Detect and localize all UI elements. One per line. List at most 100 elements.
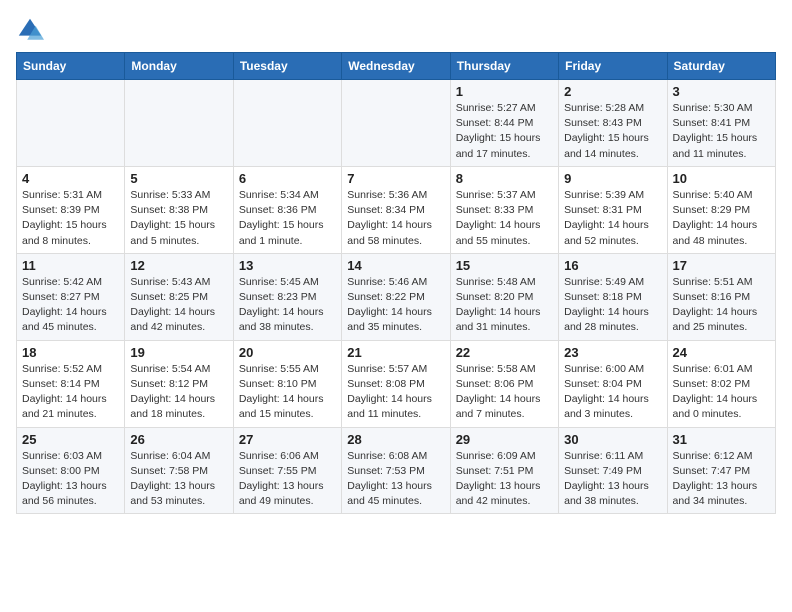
calendar-cell: 11 Sunrise: 5:42 AM Sunset: 8:27 PM Dayli… <box>17 253 125 340</box>
day-info: Sunrise: 6:12 AM Sunset: 7:47 PM Dayligh… <box>673 449 770 510</box>
calendar-cell: 31 Sunrise: 6:12 AM Sunset: 7:47 PM Dayli… <box>667 427 775 514</box>
day-number: 25 <box>22 432 119 447</box>
weekday-header-row: SundayMondayTuesdayWednesdayThursdayFrid… <box>17 53 776 80</box>
day-info: Sunrise: 5:54 AM Sunset: 8:12 PM Dayligh… <box>130 362 227 423</box>
weekday-header-wednesday: Wednesday <box>342 53 450 80</box>
calendar-cell: 27 Sunrise: 6:06 AM Sunset: 7:55 PM Dayli… <box>233 427 341 514</box>
calendar-cell: 1Sunrise: 5:27 AM Sunset: 8:44 PM Daylig… <box>450 80 558 167</box>
day-number: 31 <box>673 432 770 447</box>
day-info: Sunrise: 6:09 AM Sunset: 7:51 PM Dayligh… <box>456 449 553 510</box>
day-info: Sunrise: 5:39 AM Sunset: 8:31 PM Dayligh… <box>564 188 661 249</box>
day-number: 11 <box>22 258 119 273</box>
day-number: 29 <box>456 432 553 447</box>
day-number: 15 <box>456 258 553 273</box>
day-info: Sunrise: 5:49 AM Sunset: 8:18 PM Dayligh… <box>564 275 661 336</box>
weekday-header-friday: Friday <box>559 53 667 80</box>
calendar-cell: 5 Sunrise: 5:33 AM Sunset: 8:38 PM Daylig… <box>125 166 233 253</box>
day-info: Sunrise: 5:31 AM Sunset: 8:39 PM Dayligh… <box>22 188 119 249</box>
day-number: 14 <box>347 258 444 273</box>
calendar-cell: 6 Sunrise: 5:34 AM Sunset: 8:36 PM Daylig… <box>233 166 341 253</box>
calendar-cell: 25 Sunrise: 6:03 AM Sunset: 8:00 PM Dayli… <box>17 427 125 514</box>
day-info: Sunrise: 5:48 AM Sunset: 8:20 PM Dayligh… <box>456 275 553 336</box>
day-number: 6 <box>239 171 336 186</box>
day-number: 28 <box>347 432 444 447</box>
day-info: Sunrise: 5:36 AM Sunset: 8:34 PM Dayligh… <box>347 188 444 249</box>
day-number: 7 <box>347 171 444 186</box>
calendar-table: SundayMondayTuesdayWednesdayThursdayFrid… <box>16 52 776 514</box>
weekday-header-monday: Monday <box>125 53 233 80</box>
day-number: 9 <box>564 171 661 186</box>
calendar-cell: 19Sunrise: 5:54 AM Sunset: 8:12 PM Dayli… <box>125 340 233 427</box>
day-number: 10 <box>673 171 770 186</box>
day-number: 24 <box>673 345 770 360</box>
day-info: Sunrise: 5:52 AM Sunset: 8:14 PM Dayligh… <box>22 362 119 423</box>
calendar-week-2: 4Sunrise: 5:31 AM Sunset: 8:39 PM Daylig… <box>17 166 776 253</box>
day-info: Sunrise: 5:33 AM Sunset: 8:38 PM Dayligh… <box>130 188 227 249</box>
day-info: Sunrise: 5:40 AM Sunset: 8:29 PM Dayligh… <box>673 188 770 249</box>
day-info: Sunrise: 5:42 AM Sunset: 8:27 PM Dayligh… <box>22 275 119 336</box>
calendar-cell: 10 Sunrise: 5:40 AM Sunset: 8:29 PM Dayli… <box>667 166 775 253</box>
calendar-cell: 17 Sunrise: 5:51 AM Sunset: 8:16 PM Dayli… <box>667 253 775 340</box>
weekday-header-thursday: Thursday <box>450 53 558 80</box>
calendar-cell: 30Sunrise: 6:11 AM Sunset: 7:49 PM Dayli… <box>559 427 667 514</box>
calendar-cell: 4Sunrise: 5:31 AM Sunset: 8:39 PM Daylig… <box>17 166 125 253</box>
day-info: Sunrise: 5:51 AM Sunset: 8:16 PM Dayligh… <box>673 275 770 336</box>
calendar-cell: 28Sunrise: 6:08 AM Sunset: 7:53 PM Dayli… <box>342 427 450 514</box>
day-number: 26 <box>130 432 227 447</box>
day-info: Sunrise: 5:46 AM Sunset: 8:22 PM Dayligh… <box>347 275 444 336</box>
day-info: Sunrise: 5:37 AM Sunset: 8:33 PM Dayligh… <box>456 188 553 249</box>
day-info: Sunrise: 6:04 AM Sunset: 7:58 PM Dayligh… <box>130 449 227 510</box>
page-header <box>16 16 776 44</box>
day-number: 8 <box>456 171 553 186</box>
calendar-cell: 23 Sunrise: 6:00 AM Sunset: 8:04 PM Dayli… <box>559 340 667 427</box>
calendar-cell <box>342 80 450 167</box>
day-info: Sunrise: 5:30 AM Sunset: 8:41 PM Dayligh… <box>673 101 770 162</box>
day-number: 13 <box>239 258 336 273</box>
day-number: 5 <box>130 171 227 186</box>
logo <box>16 16 48 44</box>
day-info: Sunrise: 5:43 AM Sunset: 8:25 PM Dayligh… <box>130 275 227 336</box>
day-info: Sunrise: 5:27 AM Sunset: 8:44 PM Dayligh… <box>456 101 553 162</box>
day-number: 23 <box>564 345 661 360</box>
calendar-week-1: 1Sunrise: 5:27 AM Sunset: 8:44 PM Daylig… <box>17 80 776 167</box>
calendar-cell: 2 Sunrise: 5:28 AM Sunset: 8:43 PM Daylig… <box>559 80 667 167</box>
weekday-header-saturday: Saturday <box>667 53 775 80</box>
calendar-cell: 13 Sunrise: 5:45 AM Sunset: 8:23 PM Dayli… <box>233 253 341 340</box>
calendar-cell: 16Sunrise: 5:49 AM Sunset: 8:18 PM Dayli… <box>559 253 667 340</box>
calendar-cell: 9 Sunrise: 5:39 AM Sunset: 8:31 PM Daylig… <box>559 166 667 253</box>
calendar-cell: 29 Sunrise: 6:09 AM Sunset: 7:51 PM Dayli… <box>450 427 558 514</box>
calendar-cell <box>125 80 233 167</box>
calendar-cell: 24Sunrise: 6:01 AM Sunset: 8:02 PM Dayli… <box>667 340 775 427</box>
day-info: Sunrise: 5:57 AM Sunset: 8:08 PM Dayligh… <box>347 362 444 423</box>
day-info: Sunrise: 6:00 AM Sunset: 8:04 PM Dayligh… <box>564 362 661 423</box>
calendar-cell <box>233 80 341 167</box>
calendar-cell: 15 Sunrise: 5:48 AM Sunset: 8:20 PM Dayli… <box>450 253 558 340</box>
day-number: 18 <box>22 345 119 360</box>
day-info: Sunrise: 6:06 AM Sunset: 7:55 PM Dayligh… <box>239 449 336 510</box>
day-info: Sunrise: 5:45 AM Sunset: 8:23 PM Dayligh… <box>239 275 336 336</box>
day-info: Sunrise: 5:34 AM Sunset: 8:36 PM Dayligh… <box>239 188 336 249</box>
calendar-cell: 22 Sunrise: 5:58 AM Sunset: 8:06 PM Dayli… <box>450 340 558 427</box>
calendar-cell: 14 Sunrise: 5:46 AM Sunset: 8:22 PM Dayli… <box>342 253 450 340</box>
calendar-cell: 12Sunrise: 5:43 AM Sunset: 8:25 PM Dayli… <box>125 253 233 340</box>
logo-icon <box>16 16 44 44</box>
weekday-header-sunday: Sunday <box>17 53 125 80</box>
day-number: 17 <box>673 258 770 273</box>
calendar-week-5: 25 Sunrise: 6:03 AM Sunset: 8:00 PM Dayli… <box>17 427 776 514</box>
day-info: Sunrise: 5:28 AM Sunset: 8:43 PM Dayligh… <box>564 101 661 162</box>
day-number: 2 <box>564 84 661 99</box>
calendar-cell: 20Sunrise: 5:55 AM Sunset: 8:10 PM Dayli… <box>233 340 341 427</box>
day-info: Sunrise: 6:03 AM Sunset: 8:00 PM Dayligh… <box>22 449 119 510</box>
day-number: 21 <box>347 345 444 360</box>
day-number: 22 <box>456 345 553 360</box>
calendar-cell: 21 Sunrise: 5:57 AM Sunset: 8:08 PM Dayli… <box>342 340 450 427</box>
weekday-header-tuesday: Tuesday <box>233 53 341 80</box>
calendar-week-3: 11 Sunrise: 5:42 AM Sunset: 8:27 PM Dayli… <box>17 253 776 340</box>
day-number: 30 <box>564 432 661 447</box>
day-number: 20 <box>239 345 336 360</box>
calendar-cell: 3 Sunrise: 5:30 AM Sunset: 8:41 PM Daylig… <box>667 80 775 167</box>
calendar-cell: 26 Sunrise: 6:04 AM Sunset: 7:58 PM Dayli… <box>125 427 233 514</box>
day-number: 3 <box>673 84 770 99</box>
day-number: 27 <box>239 432 336 447</box>
day-info: Sunrise: 5:58 AM Sunset: 8:06 PM Dayligh… <box>456 362 553 423</box>
